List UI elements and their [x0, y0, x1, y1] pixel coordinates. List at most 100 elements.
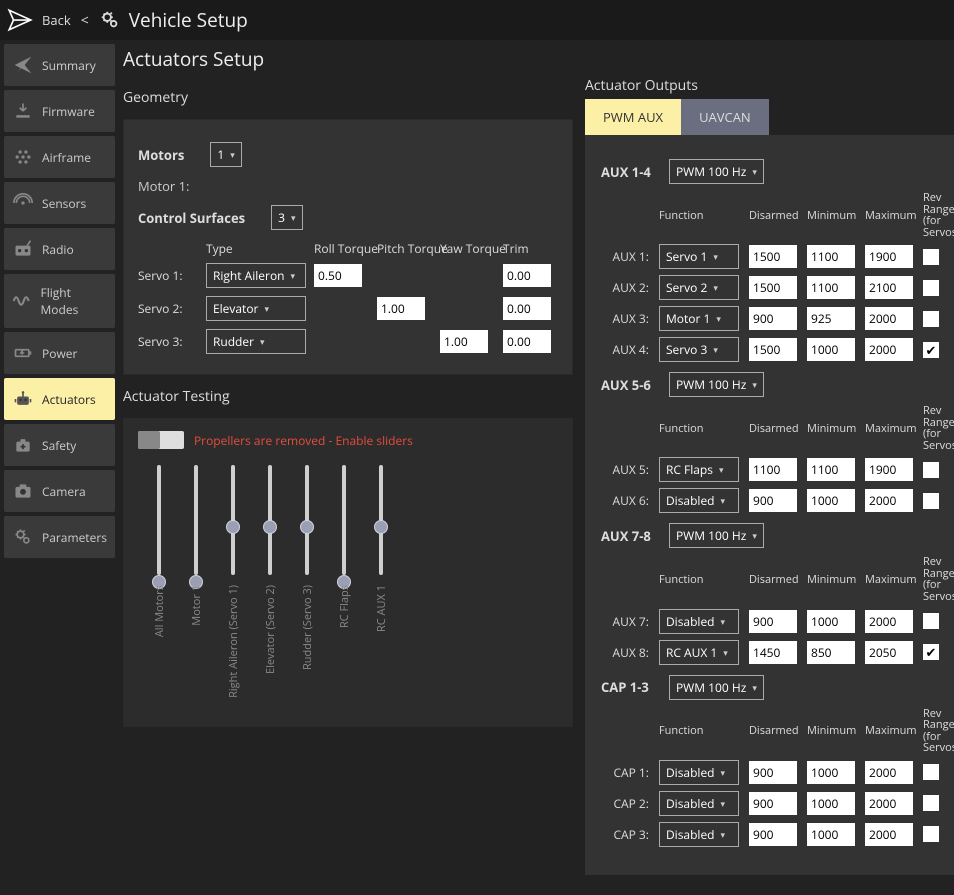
test-slider[interactable]: RC Flaps	[337, 465, 352, 698]
pwm-rate-select[interactable]: PWM 100 Hz	[669, 159, 764, 184]
minimum-input[interactable]	[807, 641, 855, 664]
disarmed-input[interactable]	[749, 610, 797, 633]
tab-uavcan[interactable]: UAVCAN	[681, 99, 769, 135]
sidebar-item-sensors[interactable]: Sensors	[4, 182, 115, 224]
pwm-rate-select[interactable]: PWM 100 Hz	[669, 523, 764, 548]
sidebar-item-actuators[interactable]: Actuators	[4, 378, 115, 420]
trim-input[interactable]	[503, 330, 551, 353]
rev-checkbox[interactable]	[923, 493, 939, 509]
maximum-input[interactable]	[865, 489, 913, 512]
sidebar-item-summary[interactable]: Summary	[4, 44, 115, 86]
tab-pwm-aux[interactable]: PWM AUX	[585, 99, 681, 135]
function-select[interactable]: Servo 3	[659, 337, 739, 362]
function-select[interactable]: Servo 2	[659, 275, 739, 300]
test-slider[interactable]: RC AUX 1	[374, 465, 389, 698]
trim-input[interactable]	[503, 264, 551, 287]
test-slider[interactable]: Right Aileron (Servo 1)	[226, 465, 241, 698]
motors-count-select[interactable]: 1	[210, 142, 241, 167]
minimum-input[interactable]	[807, 276, 855, 299]
function-select[interactable]: RC Flaps	[659, 457, 739, 482]
maximum-input[interactable]	[865, 641, 913, 664]
servo-type-select[interactable]: Rudder	[206, 329, 306, 354]
roll-input[interactable]	[314, 264, 362, 287]
sidebar-item-safety[interactable]: Safety	[4, 424, 115, 466]
maximum-input[interactable]	[865, 338, 913, 361]
test-slider[interactable]: Motor 1	[189, 465, 204, 698]
disarmed-input[interactable]	[749, 276, 797, 299]
servo-type-select[interactable]: Right Aileron	[206, 263, 306, 288]
output-group: AUX 1-4PWM 100 HzFunctionDisarmedMinimum…	[601, 159, 953, 362]
minimum-input[interactable]	[807, 610, 855, 633]
minimum-input[interactable]	[807, 823, 855, 846]
sidebar-item-parameters[interactable]: Parameters	[4, 516, 115, 558]
sidebar-item-radio[interactable]: Radio	[4, 228, 115, 270]
test-slider[interactable]: Rudder (Servo 3)	[300, 465, 315, 698]
rev-checkbox[interactable]	[923, 249, 939, 265]
rev-checkbox[interactable]	[923, 764, 939, 780]
pwm-rate-select[interactable]: PWM 100 Hz	[669, 372, 764, 397]
disarmed-input[interactable]	[749, 641, 797, 664]
maximum-input[interactable]	[865, 610, 913, 633]
rev-checkbox[interactable]	[923, 795, 939, 811]
function-select[interactable]: Servo 1	[659, 244, 739, 269]
minimum-input[interactable]	[807, 761, 855, 784]
rev-checkbox[interactable]	[923, 311, 939, 327]
maximum-input[interactable]	[865, 792, 913, 815]
maximum-input[interactable]	[865, 458, 913, 481]
control-surfaces-count-select[interactable]: 3	[271, 205, 302, 230]
maximum-input[interactable]	[865, 245, 913, 268]
trim-input[interactable]	[503, 297, 551, 320]
minimum-input[interactable]	[807, 307, 855, 330]
rev-checkbox[interactable]	[923, 280, 939, 296]
sidebar-item-flight-modes[interactable]: Flight Modes	[4, 274, 115, 328]
sidebar-item-firmware[interactable]: Firmware	[4, 90, 115, 132]
maximum-input[interactable]	[865, 307, 913, 330]
maximum-input[interactable]	[865, 276, 913, 299]
rev-checkbox[interactable]	[923, 342, 939, 358]
rev-checkbox[interactable]	[923, 613, 939, 629]
servo-type-select[interactable]: Elevator	[206, 296, 306, 321]
disarmed-input[interactable]	[749, 307, 797, 330]
pitch-input[interactable]	[377, 297, 425, 320]
sidebar-item-airframe[interactable]: Airframe	[4, 136, 115, 178]
minimum-input[interactable]	[807, 489, 855, 512]
test-slider[interactable]: Elevator (Servo 2)	[263, 465, 278, 698]
disarmed-input[interactable]	[749, 458, 797, 481]
disarmed-input[interactable]	[749, 245, 797, 268]
minimum-input[interactable]	[807, 338, 855, 361]
minimum-input[interactable]	[807, 458, 855, 481]
disarmed-input[interactable]	[749, 792, 797, 815]
function-select[interactable]: Disabled	[659, 760, 739, 785]
rev-checkbox[interactable]	[923, 644, 939, 660]
function-select[interactable]: Disabled	[659, 488, 739, 513]
disarmed-input[interactable]	[749, 338, 797, 361]
function-select[interactable]: RC AUX 1	[659, 640, 739, 665]
output-row: AUX 6: Disabled	[601, 488, 953, 513]
test-slider[interactable]: All Motors	[152, 465, 167, 698]
function-select[interactable]: Disabled	[659, 609, 739, 634]
sidebar-item-camera[interactable]: Camera	[4, 470, 115, 512]
sidebar: SummaryFirmwareAirframe Sensors RadioFligh…	[0, 40, 119, 895]
function-select[interactable]: Disabled	[659, 791, 739, 816]
maximum-input[interactable]	[865, 761, 913, 784]
function-select[interactable]: Disabled	[659, 822, 739, 847]
output-header: FunctionDisarmedMinimumMaximumRev Range(…	[601, 556, 953, 602]
minimum-input[interactable]	[807, 245, 855, 268]
output-header: FunctionDisarmedMinimumMaximumRev Range(…	[601, 405, 953, 451]
disarmed-input[interactable]	[749, 823, 797, 846]
disarmed-input[interactable]	[749, 489, 797, 512]
yaw-input[interactable]	[440, 330, 488, 353]
pwm-rate-select[interactable]: PWM 100 Hz	[669, 675, 764, 700]
maximum-input[interactable]	[865, 823, 913, 846]
back-link[interactable]: Back	[42, 11, 71, 29]
sidebar-item-power[interactable]: Power	[4, 332, 115, 374]
rev-checkbox[interactable]	[923, 826, 939, 842]
disarmed-input[interactable]	[749, 761, 797, 784]
slider-label: Right Aileron (Servo 1)	[226, 585, 241, 698]
sidebar-item-label: Sensors	[42, 195, 86, 212]
rev-checkbox[interactable]	[923, 462, 939, 478]
enable-sliders-toggle[interactable]	[138, 431, 184, 449]
function-select[interactable]: Motor 1	[659, 306, 739, 331]
minimum-input[interactable]	[807, 792, 855, 815]
output-label: AUX 3:	[601, 310, 649, 327]
